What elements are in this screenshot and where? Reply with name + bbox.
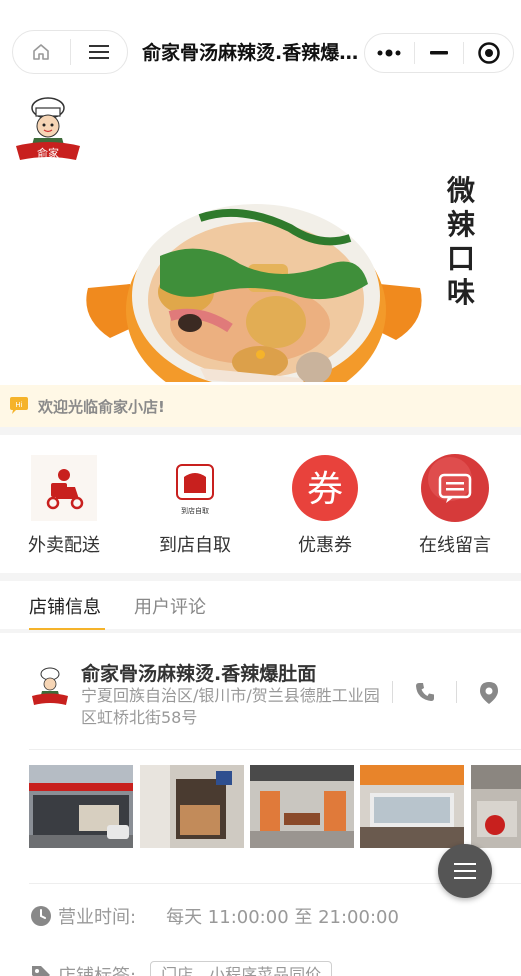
delivery-icon bbox=[29, 453, 99, 523]
store-photo-3[interactable] bbox=[250, 765, 354, 848]
quick-actions: 外卖配送 到店自取 到店自取 券 优惠券 在线留言 bbox=[0, 435, 521, 573]
store-photo-2[interactable] bbox=[140, 765, 244, 848]
message-action[interactable]: 在线留言 bbox=[400, 453, 510, 557]
store-photo-1[interactable] bbox=[29, 765, 133, 848]
top-nav-bar: 俞家骨汤麻辣烫.香辣爆肚面 bbox=[0, 0, 521, 100]
store-address: 宁夏回族自治区/银川市/贺兰县德胜工业园区虹桥北街58号 bbox=[81, 686, 380, 727]
page-title: 俞家骨汤麻辣烫.香辣爆肚面 bbox=[142, 42, 374, 64]
menu-button[interactable] bbox=[71, 31, 128, 73]
store-photo-4[interactable] bbox=[360, 765, 464, 848]
tab-user-reviews[interactable]: 用户评论 bbox=[134, 593, 206, 619]
delivery-label: 外卖配送 bbox=[28, 535, 100, 556]
floating-menu-button[interactable] bbox=[438, 844, 492, 898]
hours-value: 每天 11:00:00 至 21:00:00 bbox=[166, 907, 399, 928]
menu-icon bbox=[454, 863, 476, 879]
target-icon bbox=[477, 42, 500, 64]
delivery-action[interactable]: 外卖配送 bbox=[9, 453, 119, 557]
notice-bar: Hi 欢迎光临俞家小店! bbox=[0, 385, 521, 427]
store-photos bbox=[29, 765, 521, 848]
location-button[interactable] bbox=[478, 681, 500, 709]
tab-underline bbox=[29, 628, 105, 630]
clock-icon bbox=[31, 906, 51, 926]
svg-text:券: 券 bbox=[307, 469, 343, 510]
chat-bubble-icon: Hi bbox=[10, 397, 28, 414]
store-tag-chip: 门店、小程序菜品同价 bbox=[150, 961, 333, 976]
location-pin-icon bbox=[480, 682, 498, 704]
dish-image bbox=[86, 204, 422, 382]
notice-text: 欢迎光临俞家小店! bbox=[38, 397, 165, 416]
svg-text:到店自取: 到店自取 bbox=[181, 506, 209, 515]
tags-label: 店铺标签: bbox=[58, 962, 136, 976]
menu-icon bbox=[88, 45, 109, 59]
minimize-icon bbox=[430, 51, 448, 55]
coupon-action[interactable]: 券 优惠券 bbox=[270, 453, 380, 557]
tab-bar: 店铺信息 用户评论 bbox=[0, 581, 521, 633]
carousel-indicator[interactable] bbox=[256, 350, 265, 359]
store-tags: 店铺标签: 门店、小程序菜品同价 bbox=[30, 961, 333, 976]
store-photo-5[interactable] bbox=[471, 765, 521, 848]
svg-text:Hi: Hi bbox=[15, 401, 22, 409]
pickup-label: 到店自取 bbox=[159, 535, 231, 556]
more-icon bbox=[377, 49, 401, 57]
hero-banner[interactable]: 俞家 微 辣 口 味 bbox=[0, 88, 521, 382]
coupon-icon: 券 bbox=[290, 453, 360, 523]
store-info-panel: 俞家骨汤麻辣烫.香辣爆肚面 宁夏回族自治区/银川市/贺兰县德胜工业园区虹桥北街5… bbox=[0, 637, 521, 976]
pickup-action[interactable]: 到店自取 到店自取 bbox=[140, 453, 250, 557]
tab-store-info[interactable]: 店铺信息 bbox=[29, 593, 101, 619]
more-button[interactable] bbox=[365, 34, 414, 72]
close-button[interactable] bbox=[464, 34, 513, 72]
hours-label: 营业时间: bbox=[58, 907, 137, 928]
home-icon bbox=[33, 44, 50, 60]
tag-icon bbox=[32, 966, 50, 976]
message-label: 在线留言 bbox=[419, 535, 491, 556]
nav-capsule-right bbox=[364, 33, 514, 73]
coupon-label: 优惠券 bbox=[298, 535, 352, 556]
call-button[interactable] bbox=[414, 681, 436, 707]
message-icon bbox=[420, 453, 490, 523]
phone-icon bbox=[416, 683, 434, 701]
store-name: 俞家骨汤麻辣烫.香辣爆肚面 bbox=[81, 663, 317, 685]
pickup-icon: 到店自取 bbox=[160, 453, 230, 523]
home-button[interactable] bbox=[13, 31, 70, 73]
banner-side-text: 微 辣 口 味 bbox=[446, 174, 475, 309]
nav-capsule-left bbox=[12, 30, 128, 74]
minimize-button[interactable] bbox=[415, 34, 464, 72]
business-hours: 营业时间: 每天 11:00:00 至 21:00:00 bbox=[30, 903, 399, 929]
store-logo-icon bbox=[32, 667, 68, 705]
